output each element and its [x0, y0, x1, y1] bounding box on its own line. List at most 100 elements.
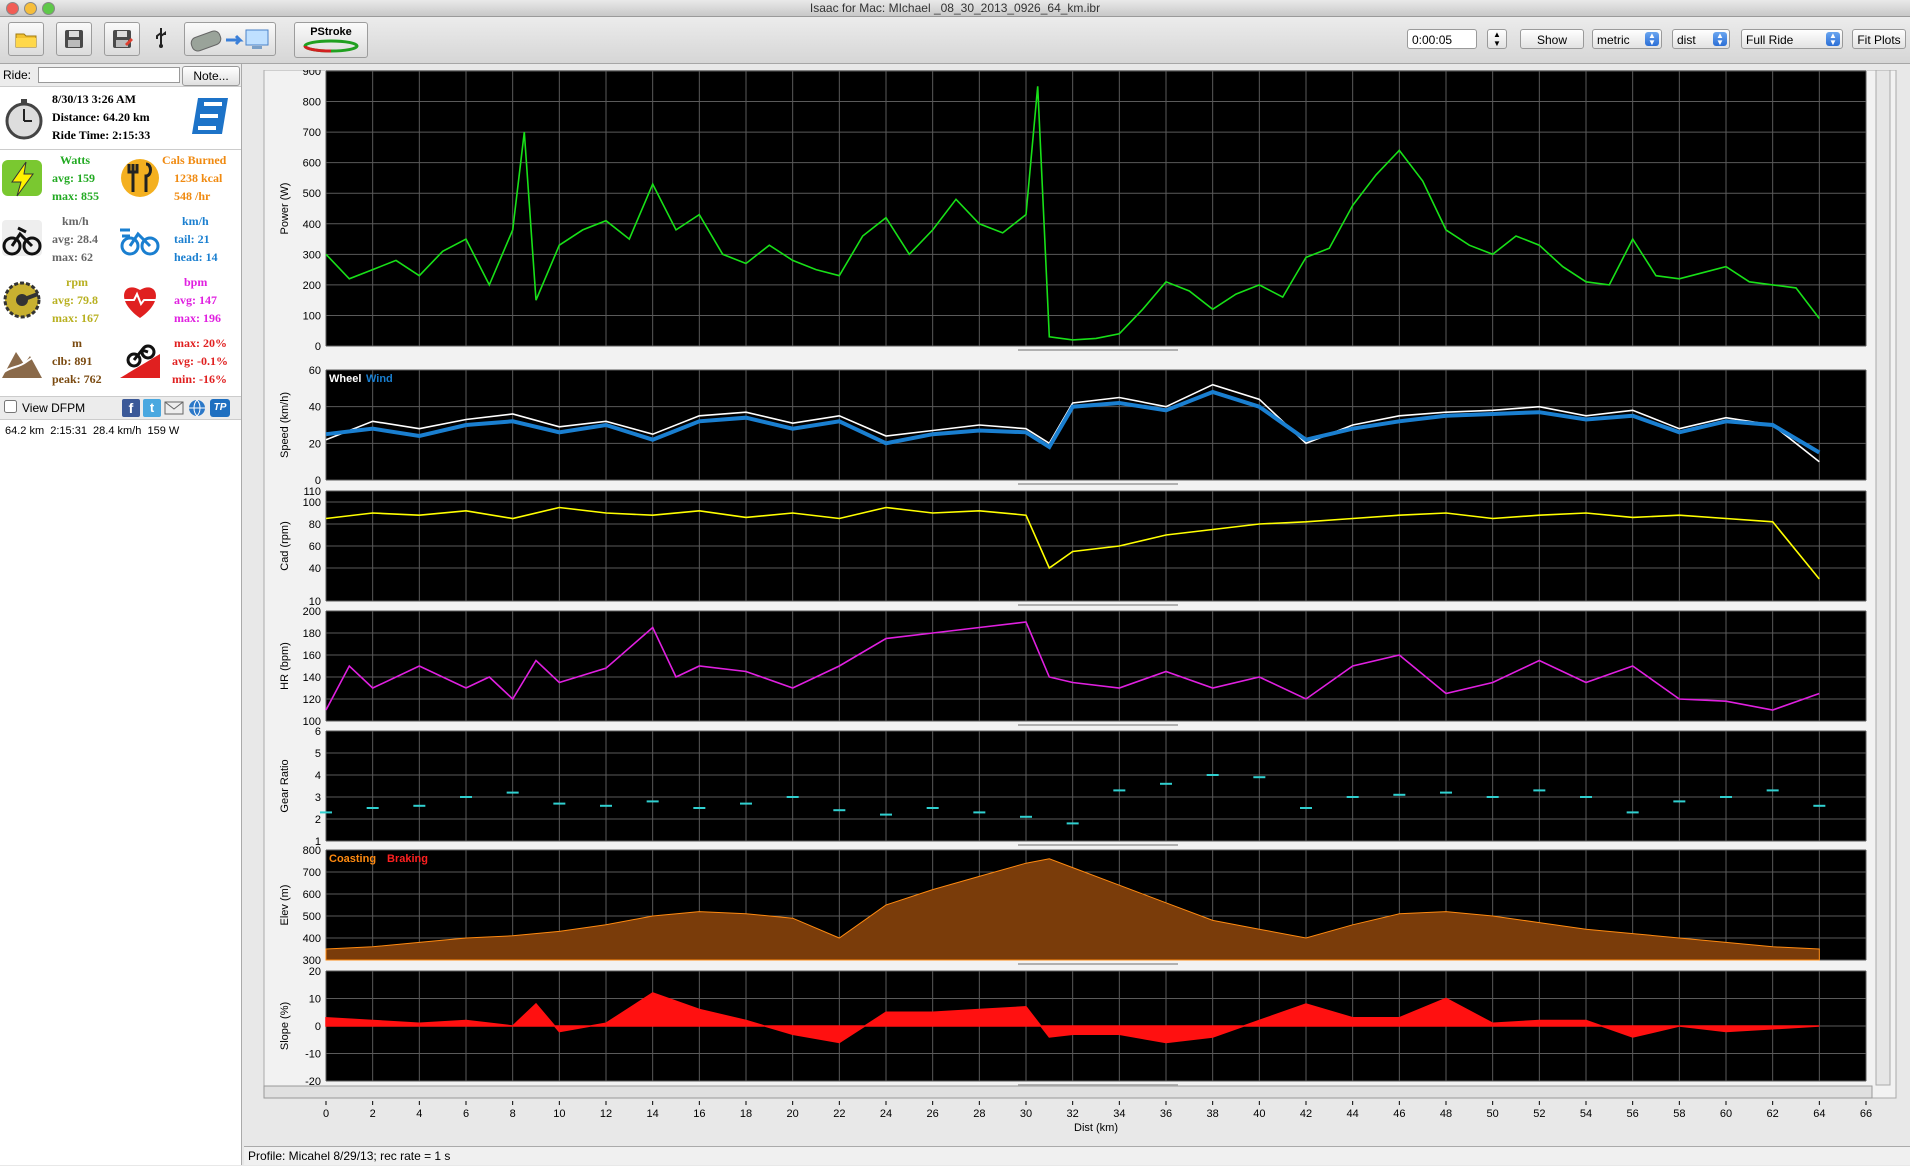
fork-knife-icon [121, 159, 159, 197]
usb-button[interactable] [150, 22, 172, 54]
open-folder-button[interactable] [8, 22, 44, 56]
speed-ytick-label: 60 [309, 365, 321, 377]
gear-point [506, 791, 519, 794]
view-dfpm-checkbox[interactable] [4, 400, 17, 413]
x-tick-label: 54 [1580, 1108, 1592, 1120]
elev-legend-braking: Braking [387, 853, 428, 865]
calories-stats: Cals Burned 1238 kcal 548 /hr [162, 151, 226, 205]
power-ylabel: Power (W) [279, 183, 291, 235]
grade-min: min: -16% [172, 372, 227, 386]
gear-point [1720, 796, 1732, 798]
gear-point [1066, 822, 1079, 825]
gear-point [413, 804, 426, 807]
slope-ytick-label: 20 [309, 966, 321, 978]
x-tick-label: 0 [323, 1108, 329, 1120]
save-as-button[interactable] [104, 22, 140, 56]
zoom-window-button[interactable] [42, 2, 55, 15]
speed-legend-wheel: Wheel [329, 373, 361, 385]
x-tick-label: 20 [787, 1108, 799, 1120]
grade-stats: max: 20% avg: -0.1% min: -16% [172, 334, 228, 388]
slope-ytick-label: -10 [305, 1049, 321, 1061]
toolbar: PStroke 0:00:05 ▲ ▼ Show metric ▲ ▼ dist ▲… [0, 17, 1910, 64]
grade-avg: avg: -0.1% [172, 354, 228, 368]
plot-horizontal-scrollbar[interactable] [263, 1085, 1873, 1099]
facebook-icon[interactable]: f [122, 399, 140, 417]
elev-ytick-label: 400 [303, 933, 321, 945]
x-tick-label: 30 [1020, 1108, 1032, 1120]
xaxis-select[interactable]: dist ▲ ▼ [1672, 29, 1730, 49]
pstroke-button[interactable]: PStroke [294, 22, 368, 58]
x-tick-label: 36 [1160, 1108, 1172, 1120]
cadence-ytick-label: 110 [303, 486, 321, 498]
show-button[interactable]: Show [1520, 29, 1584, 49]
ride-input[interactable] [38, 67, 180, 83]
slope-ytick-label: 0 [315, 1021, 321, 1033]
elev-ytick-label: 600 [303, 889, 321, 901]
x-tick-label: 40 [1253, 1108, 1265, 1120]
cyclist-wind-icon [120, 228, 160, 256]
gear-point [460, 796, 472, 798]
units-select[interactable]: metric ▲ ▼ [1592, 29, 1662, 49]
watts-stats: Watts avg: 159 max: 855 [52, 151, 99, 205]
range-select-arrow-icon: ▲ ▼ [1826, 32, 1840, 47]
power-ytick-label: 200 [303, 280, 321, 292]
trainingpeaks-icon[interactable]: TP [210, 399, 230, 417]
ride-date: 8/30/13 3:26 AM [52, 92, 136, 106]
transfer-to-computer-button[interactable] [184, 22, 276, 56]
gear-point [1813, 804, 1826, 807]
speed-ytick-label: 40 [309, 402, 321, 414]
x-tick-label: 34 [1113, 1108, 1125, 1120]
power-ytick-label: 300 [303, 249, 321, 261]
watts-title: Watts [60, 153, 90, 167]
climb-clb: clb: 891 [52, 354, 93, 368]
globe-icon[interactable] [187, 399, 207, 417]
gear-panel-bg [326, 731, 1866, 841]
x-tick-label: 52 [1533, 1108, 1545, 1120]
plot-vertical-scrollbar[interactable] [1875, 69, 1891, 1086]
time-stepper[interactable]: ▲ ▼ [1487, 29, 1507, 49]
twitter-icon[interactable]: t [143, 399, 161, 417]
isaac-logo-icon [192, 98, 228, 134]
ride-plot-stack[interactable]: 0100200300400500600700800900Power (W)020… [258, 66, 1910, 1145]
gear-point [1486, 796, 1499, 798]
slope-ylabel: Slope (%) [279, 1002, 291, 1050]
hr-ytick-label: 120 [303, 694, 321, 706]
minimize-window-button[interactable] [24, 2, 37, 15]
x-tick-label: 8 [510, 1108, 516, 1120]
x-tick-label: 62 [1767, 1108, 1779, 1120]
x-tick-label: 26 [927, 1108, 939, 1120]
x-tick-label: 12 [600, 1108, 612, 1120]
climb-title: m [72, 336, 82, 350]
time-input[interactable]: 0:00:05 [1407, 29, 1477, 49]
x-tick-label: 46 [1393, 1108, 1405, 1120]
ride-row: Ride: Note... [0, 64, 241, 87]
elev-ytick-label: 700 [303, 867, 321, 879]
gear-point [786, 796, 799, 798]
wind-tail: tail: 21 [174, 232, 210, 246]
x-tick-label: 2 [370, 1108, 376, 1120]
gear-point [1626, 811, 1639, 814]
power-ytick-label: 700 [303, 127, 321, 139]
fit-plots-button[interactable]: Fit Plots [1852, 29, 1906, 49]
gear-point [320, 811, 332, 814]
lightning-icon [2, 160, 42, 197]
elev-legend-coasting: Coasting [329, 853, 376, 865]
power-ytick-label: 900 [303, 70, 321, 78]
note-button[interactable]: Note... [182, 66, 240, 86]
speed-ylabel: Speed (km/h) [279, 392, 291, 458]
email-icon[interactable] [164, 400, 184, 416]
save-button[interactable] [56, 22, 92, 56]
x-tick-label: 38 [1207, 1108, 1219, 1120]
x-tick-label: 50 [1487, 1108, 1499, 1120]
usb-icon [156, 28, 166, 48]
units-select-arrow-icon: ▲ ▼ [1645, 32, 1659, 47]
x-tick-label: 28 [973, 1108, 985, 1120]
ride-distance: Distance: 64.20 km [52, 110, 150, 124]
power-panel-bg [326, 71, 1866, 346]
device-to-computer-icon [190, 29, 269, 52]
cadence-ytick-label: 60 [309, 541, 321, 553]
pedal-stroke-icon [303, 39, 359, 53]
range-select[interactable]: Full Ride ▲ ▼ [1741, 29, 1843, 49]
gear-ytick-label: 3 [315, 792, 321, 804]
close-window-button[interactable] [6, 2, 19, 15]
